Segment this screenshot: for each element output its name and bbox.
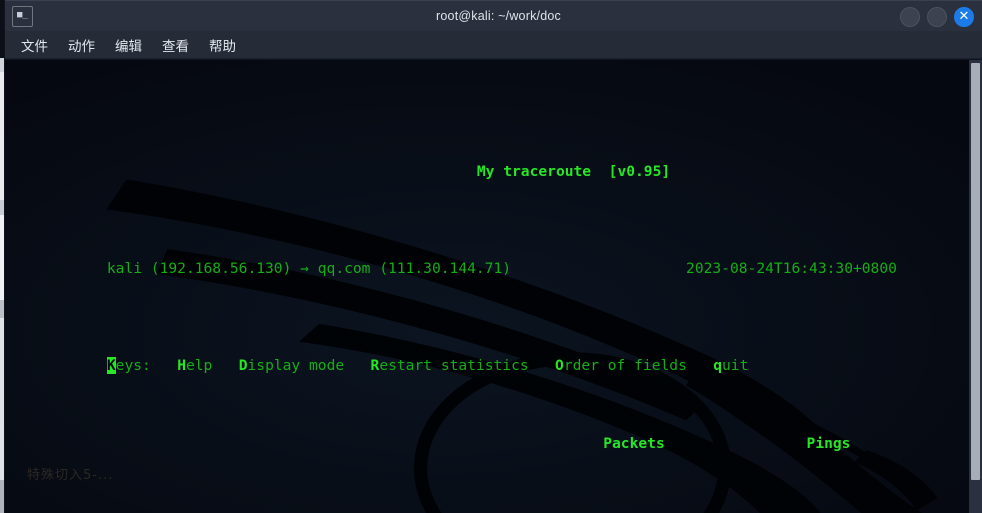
key-quit-shortcut[interactable]: q xyxy=(713,357,722,374)
group-header-spacer xyxy=(19,434,575,453)
minimize-button[interactable] xyxy=(900,7,920,27)
maximize-button[interactable] xyxy=(927,7,947,27)
scrollbar-thumb[interactable] xyxy=(971,63,980,480)
key-order-label[interactable]: rder of fields xyxy=(564,357,687,374)
mtr-timestamp: 2023-08-24T16:43:30+0800 xyxy=(686,260,897,278)
keys-label: eys: xyxy=(115,357,151,375)
group-header-packets: Packets xyxy=(603,434,665,452)
window-controls: ✕ xyxy=(900,7,974,27)
group-header-pings: Pings xyxy=(806,434,851,452)
mtr-host-line: kali (192.168.56.130) → qq.com (111.30.1… xyxy=(19,240,982,277)
close-button[interactable]: ✕ xyxy=(954,7,974,27)
cursor-block: K xyxy=(106,357,116,375)
close-icon: ✕ xyxy=(958,9,970,24)
terminal-body[interactable]: 特殊切入5-... My traceroute [v0.95] kali (19… xyxy=(5,59,982,513)
menu-item-edit[interactable]: 编辑 xyxy=(115,35,142,55)
key-help-label[interactable]: elp xyxy=(186,357,212,374)
menubar: 文件 动作 编辑 查看 帮助 xyxy=(5,31,982,59)
menu-item-action[interactable]: 动作 xyxy=(68,35,95,55)
key-order-shortcut[interactable]: O xyxy=(555,357,564,374)
desktop: ■_ root@kali: ~/work/doc ✕ 文件 动作 编辑 查看 帮… xyxy=(0,0,982,513)
terminal-icon-glyph: ■_ xyxy=(17,10,28,20)
mtr-app-title: My traceroute [v0.95] xyxy=(476,163,671,181)
window-titlebar[interactable]: ■_ root@kali: ~/work/doc ✕ xyxy=(5,0,982,31)
mtr-title-line: My traceroute [v0.95] xyxy=(19,143,982,180)
menu-item-file[interactable]: 文件 xyxy=(21,35,48,55)
mtr-group-header-row: Packets Pings xyxy=(19,434,982,453)
terminal-window: ■_ root@kali: ~/work/doc ✕ 文件 动作 编辑 查看 帮… xyxy=(5,0,982,513)
mtr-keys-line: Keys: Help Display mode Restart statisti… xyxy=(19,337,982,375)
key-restart-label[interactable]: estart statistics xyxy=(379,357,528,374)
key-restart-shortcut[interactable]: R xyxy=(371,357,380,374)
mtr-screen: My traceroute [v0.95] kali (192.168.56.1… xyxy=(5,60,982,513)
mtr-host-path: kali (192.168.56.130) → qq.com (111.30.1… xyxy=(106,260,512,278)
key-help-shortcut[interactable]: H xyxy=(177,357,186,374)
terminal-icon: ■_ xyxy=(12,6,33,27)
key-display-label[interactable]: isplay mode xyxy=(248,357,345,374)
menu-item-view[interactable]: 查看 xyxy=(162,35,189,55)
menu-item-help[interactable]: 帮助 xyxy=(209,35,236,55)
key-display-shortcut[interactable]: D xyxy=(239,357,248,374)
key-quit-label[interactable]: uit xyxy=(722,357,748,374)
terminal-scrollbar[interactable] xyxy=(969,60,982,513)
window-title: root@kali: ~/work/doc xyxy=(436,9,561,23)
